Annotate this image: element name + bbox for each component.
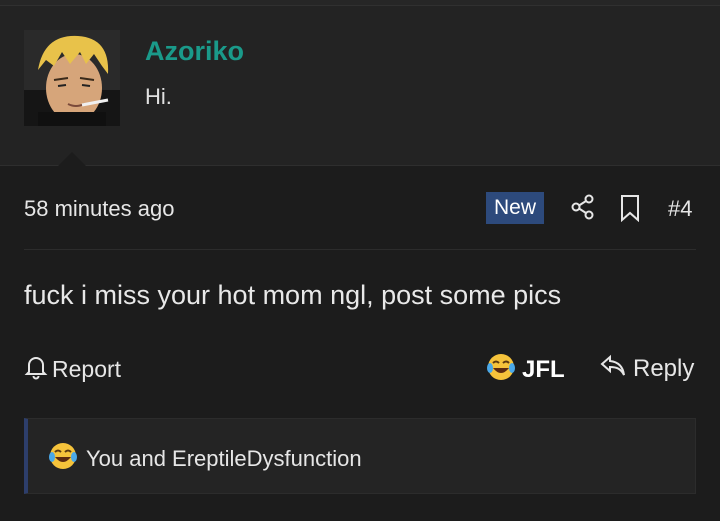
- user-title: Hi.: [145, 84, 172, 109]
- post-timestamp[interactable]: 58 minutes ago: [24, 196, 174, 222]
- bookmark-icon[interactable]: [618, 194, 642, 223]
- post-meta-row: 58 minutes ago New #4: [24, 186, 696, 230]
- avatar[interactable]: [24, 30, 120, 126]
- reaction-button[interactable]: JFL: [486, 352, 565, 387]
- report-button[interactable]: Report: [24, 354, 121, 385]
- laughing-crying-emoji-icon: [48, 441, 78, 476]
- post-author-block: Azoriko Hi.: [0, 6, 720, 172]
- post-number[interactable]: #4: [668, 196, 692, 222]
- post-actions: Report JFL Reply: [24, 346, 696, 390]
- reply-button[interactable]: Reply: [599, 354, 694, 383]
- reply-label: Reply: [633, 354, 695, 382]
- report-label: Report: [52, 356, 122, 382]
- reaction-label: JFL: [522, 355, 565, 383]
- divider: [24, 249, 696, 250]
- reactions-text[interactable]: You and EreptileDysfunction: [86, 446, 362, 472]
- laughing-crying-emoji-icon: [486, 352, 516, 387]
- share-icon[interactable]: [570, 194, 596, 220]
- new-badge: New: [486, 192, 545, 224]
- username[interactable]: Azoriko: [145, 36, 244, 67]
- reactions-summary[interactable]: You and EreptileDysfunction: [24, 418, 696, 494]
- post-message: fuck i miss your hot mom ngl, post some …: [24, 280, 562, 310]
- bell-icon: [24, 354, 48, 385]
- author-caret: [52, 152, 92, 172]
- reply-arrow-icon: [599, 354, 627, 383]
